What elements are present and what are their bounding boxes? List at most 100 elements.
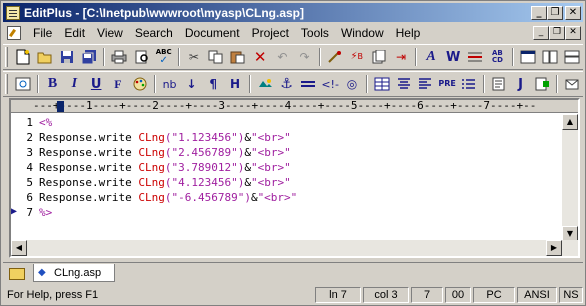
find-icon[interactable]	[326, 47, 344, 67]
menu-search[interactable]: Search	[129, 24, 179, 42]
scroll-up-button[interactable]: ▲	[562, 114, 578, 130]
tab-clng-asp[interactable]: ◆ CLng.asp	[33, 264, 115, 282]
align-left-icon[interactable]	[416, 74, 434, 94]
anchor-icon[interactable]: ⚓	[278, 74, 296, 94]
code-line[interactable]: 3 Response.write CLng ("2.456789") & "<br>"	[11, 145, 564, 160]
style-icon[interactable]	[533, 74, 551, 94]
tile-icon[interactable]	[541, 47, 559, 67]
font-icon[interactable]: A	[422, 47, 440, 67]
toolbar-separator	[482, 75, 485, 93]
title-bar[interactable]: EditPlus - [C:\Inetpub\wwwroot\myasp\CLn…	[3, 3, 583, 22]
underline-button[interactable]: U	[87, 74, 105, 94]
doc-minimize-button[interactable]: _	[533, 25, 549, 40]
vertical-scrollbar[interactable]: ▲ ▼	[562, 114, 578, 242]
menu-document[interactable]: Document	[179, 24, 246, 42]
menu-edit[interactable]: Edit	[58, 24, 91, 42]
code-args: ("2.456789")	[164, 146, 245, 159]
asp-open-tag: <%	[39, 116, 53, 129]
preformatted-button[interactable]: PRE	[438, 74, 456, 94]
align-center-icon[interactable]	[395, 74, 413, 94]
code-line[interactable]: 6 Response.write CLng ("-6.456789") & "<br>…	[11, 190, 564, 205]
redo-icon[interactable]: ↷	[295, 47, 313, 67]
color-palette-icon[interactable]	[131, 74, 149, 94]
scroll-right-button[interactable]: ▶	[546, 240, 562, 256]
tile-vertical-icon[interactable]	[563, 47, 581, 67]
browser-preview-icon[interactable]	[14, 74, 32, 94]
column-ruler: ---+----1----+----2----+----3----+----4-…	[11, 100, 578, 113]
code-string: "<br>"	[250, 146, 291, 159]
paste-icon[interactable]	[229, 47, 247, 67]
javascript-button[interactable]: J	[512, 74, 530, 94]
horizontal-scrollbar[interactable]: ◀ ▶	[11, 240, 578, 256]
italic-button[interactable]: I	[65, 74, 83, 94]
toolbar-grip[interactable]	[5, 74, 8, 94]
insert-icon[interactable]: ⇥	[392, 47, 410, 67]
window-icon[interactable]	[519, 47, 537, 67]
menu-tools[interactable]: Tools	[295, 24, 335, 42]
code-operator: &	[250, 191, 258, 204]
target-icon[interactable]: ◎	[343, 74, 361, 94]
folder-icon[interactable]	[9, 268, 25, 280]
code-line[interactable]: 2 Response.write CLng ("1.123456") & "<br>"	[11, 130, 564, 145]
doc-close-button[interactable]: ✕	[565, 25, 581, 40]
form-icon[interactable]	[490, 74, 508, 94]
editplus-app-icon[interactable]	[6, 5, 20, 20]
menu-file[interactable]: File	[27, 24, 58, 42]
menu-help[interactable]: Help	[390, 24, 427, 42]
spellcheck-icon[interactable]: ABC ✓	[155, 47, 173, 67]
line-break-button[interactable]: ↓	[182, 74, 200, 94]
word-wrap-icon[interactable]: W	[444, 47, 462, 67]
close-button[interactable]: ✕	[565, 5, 581, 20]
horizontal-rule-icon[interactable]	[299, 74, 317, 94]
menu-project[interactable]: Project	[246, 24, 295, 42]
toolbar-grip[interactable]	[5, 47, 8, 67]
columns-icon[interactable]: AB CD	[488, 47, 506, 67]
toolbar-separator	[511, 48, 514, 66]
code-line[interactable]: 1 <%	[11, 115, 564, 130]
new-file-icon[interactable]	[14, 47, 32, 67]
ruler-cursor-marker	[57, 101, 64, 112]
paragraph-button[interactable]: ¶	[204, 74, 222, 94]
heading-button[interactable]: H	[226, 74, 244, 94]
delete-icon[interactable]: ✕	[251, 47, 269, 67]
menu-window[interactable]: Window	[335, 24, 390, 42]
minimize-button[interactable]: _	[531, 5, 547, 20]
toolbar-separator	[415, 48, 418, 66]
scroll-left-button[interactable]: ◀	[11, 240, 27, 256]
save-all-icon[interactable]	[80, 47, 98, 67]
menu-view[interactable]: View	[91, 24, 129, 42]
duplicate-icon[interactable]	[370, 47, 388, 67]
code-area[interactable]: 1 <% 2 Response.write CLng ("1.123456") & "…	[11, 115, 564, 242]
print-preview-icon[interactable]	[133, 47, 151, 67]
code-string: "<br>"	[250, 161, 291, 174]
save-icon[interactable]	[58, 47, 76, 67]
line-icon[interactable]	[466, 47, 484, 67]
table-icon[interactable]	[373, 74, 391, 94]
editor-pane[interactable]: ---+----1----+----2----+----3----+----4-…	[9, 98, 580, 258]
menu-bar: File Edit View Search Document Project T…	[3, 23, 583, 42]
line-number: 5	[26, 176, 33, 189]
restore-button[interactable]: ❐	[547, 5, 563, 20]
code-line[interactable]: 5 Response.write CLng ("4.123456") & "<br>"	[11, 175, 564, 190]
line-number: 3	[26, 146, 33, 159]
print-icon[interactable]	[110, 47, 128, 67]
copy-icon[interactable]	[207, 47, 225, 67]
document-menu-icon[interactable]	[7, 25, 21, 40]
undo-icon[interactable]: ↶	[273, 47, 291, 67]
font-button[interactable]: F	[109, 74, 127, 94]
list-icon[interactable]	[460, 74, 478, 94]
cliptext-icon[interactable]	[563, 74, 581, 94]
image-icon[interactable]	[256, 74, 274, 94]
open-folder-icon[interactable]	[36, 47, 54, 67]
code-function: CLng	[138, 191, 165, 204]
code-line[interactable]: 4 Response.write CLng ("3.789012") & "<br>"	[11, 160, 564, 175]
nbsp-button[interactable]: nb	[161, 74, 179, 94]
doc-restore-button[interactable]: ❐	[549, 25, 565, 40]
toolbar-separator	[318, 48, 321, 66]
cut-icon[interactable]: ✂	[185, 47, 203, 67]
bold-button[interactable]: B	[44, 74, 62, 94]
replace-icon[interactable]: ⚡ B	[348, 47, 366, 67]
code-args: ("-6.456789")	[164, 191, 251, 204]
comment-icon[interactable]: <!-	[321, 74, 339, 94]
code-line[interactable]: ▶ 7 %>	[11, 205, 564, 220]
